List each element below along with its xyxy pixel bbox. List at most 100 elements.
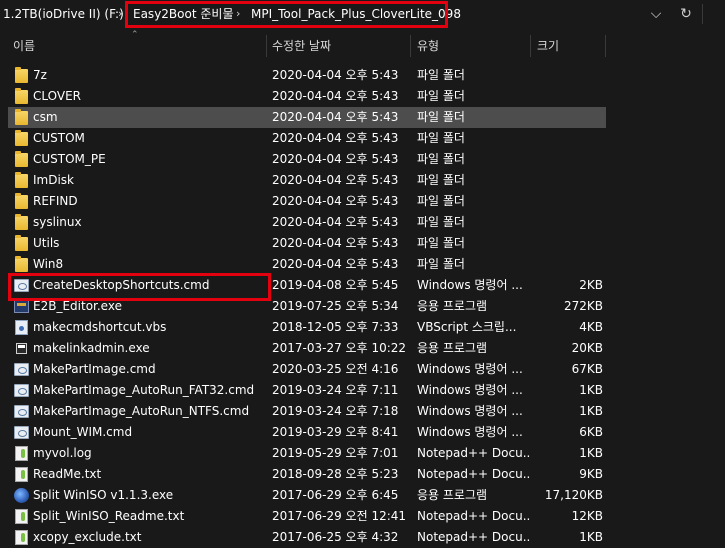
refresh-icon[interactable]: ↻ [677,5,695,23]
folder-icon [15,193,28,209]
file-size: 1KB [579,530,603,544]
file-date: 2019-03-24 오후 7:11 [272,383,399,397]
file-date: 2019-03-24 오후 7:18 [272,404,399,418]
file-type: 파일 폴더 [417,152,465,166]
file-row[interactable]: CUSTOM 2020-04-04 오후 5:43 파일 폴더 [8,128,606,149]
file-row[interactable]: CUSTOM_PE 2020-04-04 오후 5:43 파일 폴더 [8,149,606,170]
file-date: 2019-05-29 오후 7:01 [272,446,399,460]
cmd-file-icon [14,384,29,397]
file-row[interactable]: Split WinISO v1.1.3.exe 2017-06-29 오후 6:4… [8,485,606,506]
file-row[interactable]: MakePartImage.cmd 2020-03-25 오전 4:16 Windo… [8,359,606,380]
breadcrumb-chevron-icon[interactable]: › [118,6,122,22]
column-header-date[interactable]: 수정한 날짜 [272,33,331,59]
file-row[interactable]: makelinkadmin.exe 2017-03-27 오후 10:22 응용 프… [8,338,606,359]
file-name: Win8 [33,257,64,271]
file-type: 파일 폴더 [417,194,465,208]
file-row[interactable]: Mount_WIM.cmd 2019-03-29 오후 8:41 Windows 명… [8,422,606,443]
file-row[interactable]: xcopy_exclude.txt 2017-06-25 오후 4:32 Notep… [8,527,606,548]
column-divider[interactable] [266,35,267,57]
cmd-file-icon [14,405,29,418]
mini-exe-icon [16,343,27,354]
file-date: 2020-04-04 오후 5:43 [272,68,399,82]
address-bar[interactable]: 1.2TB(ioDrive II) (F:) › Easy2Boot 준비물 ›… [0,0,725,28]
cmd-file-icon [14,426,29,439]
file-name: ImDisk [33,173,75,187]
file-type: Notepad++ Docu... [417,509,531,523]
file-size: 1KB [579,446,603,460]
column-header-type[interactable]: 유형 [417,33,439,59]
column-header-name[interactable]: 이름 [13,33,35,59]
file-row[interactable]: MakePartImage_AutoRun_FAT32.cmd 2019-03-2… [8,380,606,401]
file-date: 2020-04-04 오후 5:43 [272,173,399,187]
file-row[interactable]: CreateDesktopShortcuts.cmd 2019-04-08 오후 … [8,275,606,296]
file-name: CreateDesktopShortcuts.cmd [33,278,210,292]
file-name: MakePartImage_AutoRun_NTFS.cmd [33,404,250,418]
column-divider[interactable] [410,35,411,57]
file-row[interactable]: Split_WinISO_Readme.txt 2017-06-29 오전 12:… [8,506,606,527]
column-divider[interactable] [605,35,606,57]
file-date: 2019-04-08 오후 5:45 [272,278,399,292]
file-name: Utils [33,236,60,250]
notepad-doc-icon [15,446,28,461]
column-header-size[interactable]: 크기 [537,33,559,59]
file-date: 2020-04-04 오후 5:43 [272,89,399,103]
file-row[interactable]: ImDisk 2020-04-04 오후 5:43 파일 폴더 [8,170,606,191]
file-size: 12KB [571,509,603,523]
file-row[interactable]: MakePartImage_AutoRun_NTFS.cmd 2019-03-24… [8,401,606,422]
folder-icon [15,151,28,167]
breadcrumb-folder-easy2boot[interactable]: Easy2Boot 준비물 [133,6,233,22]
file-date: 2017-03-27 오후 10:22 [272,341,407,355]
file-row[interactable]: Utils 2020-04-04 오후 5:43 파일 폴더 [8,233,606,254]
file-name: REFIND [33,194,78,208]
file-name: syslinux [33,215,82,229]
file-row[interactable]: ReadMe.txt 2018-09-28 오후 5:23 Notepad++ Do… [8,464,606,485]
file-row[interactable]: CLOVER 2020-04-04 오후 5:43 파일 폴더 [8,86,606,107]
file-row[interactable]: makecmdshortcut.vbs 2018-12-05 오후 7:33 VBS… [8,317,606,338]
file-size: 67KB [571,362,603,376]
breadcrumb-drive[interactable]: 1.2TB(ioDrive II) (F:) [3,6,124,22]
file-name: CUSTOM [33,131,85,145]
file-date: 2020-04-04 오후 5:43 [272,236,399,250]
breadcrumb-folder-mpi[interactable]: MPI_Tool_Pack_Plus_CloverLite_098 [251,6,461,22]
file-name: myvol.log [33,446,92,460]
file-size: 6KB [579,425,603,439]
file-type: 파일 폴더 [417,89,465,103]
file-date: 2017-06-29 오전 12:41 [272,509,407,523]
file-date: 2018-09-28 오후 5:23 [272,467,399,481]
file-name: xcopy_exclude.txt [33,530,142,544]
notepad-doc-icon [15,509,28,524]
file-row[interactable]: REFIND 2020-04-04 오후 5:43 파일 폴더 [8,191,606,212]
file-row[interactable]: E2B_Editor.exe 2019-07-25 오후 5:34 응용 프로그램 2… [8,296,606,317]
address-divider [702,4,703,24]
notepad-doc-icon [15,530,28,545]
file-type: 파일 폴더 [417,257,465,271]
file-type: Notepad++ Docu... [417,530,531,544]
folder-icon [15,256,28,272]
file-row[interactable]: myvol.log 2019-05-29 오후 7:01 Notepad++ Doc… [8,443,606,464]
folder-icon [15,235,28,251]
file-date: 2017-06-25 오후 4:32 [272,530,399,544]
column-divider[interactable] [530,35,531,57]
splitiso-app-icon [14,488,29,503]
folder-icon [15,109,28,125]
file-date: 2020-04-04 오후 5:43 [272,131,399,145]
file-date: 2020-04-04 오후 5:43 [272,110,399,124]
file-row[interactable]: 7z 2020-04-04 오후 5:43 파일 폴더 [8,65,606,86]
file-row[interactable]: syslinux 2020-04-04 오후 5:43 파일 폴더 [8,212,606,233]
file-size: 9KB [579,467,603,481]
file-name: MakePartImage.cmd [33,362,156,376]
file-name: Split_WinISO_Readme.txt [33,509,185,523]
address-dropdown-chevron-icon[interactable]: ⌵ [647,5,665,23]
file-date: 2020-04-04 오후 5:43 [272,152,399,166]
breadcrumb-chevron-icon[interactable]: › [236,6,240,22]
file-size: 4KB [579,320,603,334]
file-type: 응용 프로그램 [417,299,488,313]
file-type: Windows 명령어 ... [417,362,523,376]
file-row[interactable]: csm 2020-04-04 오후 5:43 파일 폴더 [8,107,606,128]
file-date: 2017-06-29 오후 6:45 [272,488,399,502]
file-type: Windows 명령어 ... [417,425,523,439]
file-row[interactable]: Win8 2020-04-04 오후 5:43 파일 폴더 [8,254,606,275]
file-name: MakePartImage_AutoRun_FAT32.cmd [33,383,255,397]
exe-icon [14,300,29,313]
file-date: 2018-12-05 오후 7:33 [272,320,399,334]
